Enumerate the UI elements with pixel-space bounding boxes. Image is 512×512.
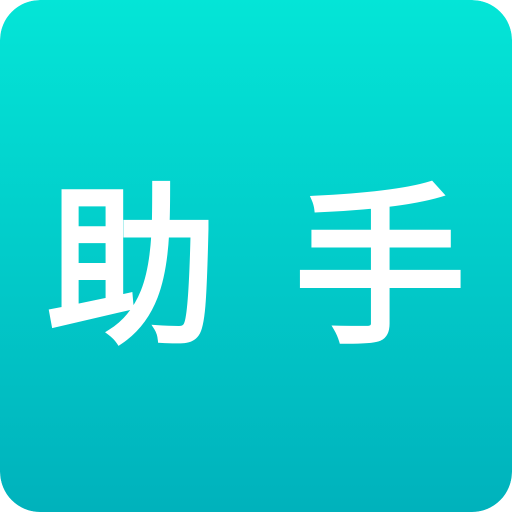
app-icon-label-graphic: 助手 [46,168,466,369]
app-icon-label: 助手 [46,168,466,369]
app-icon[interactable]: 助手 [0,0,512,512]
